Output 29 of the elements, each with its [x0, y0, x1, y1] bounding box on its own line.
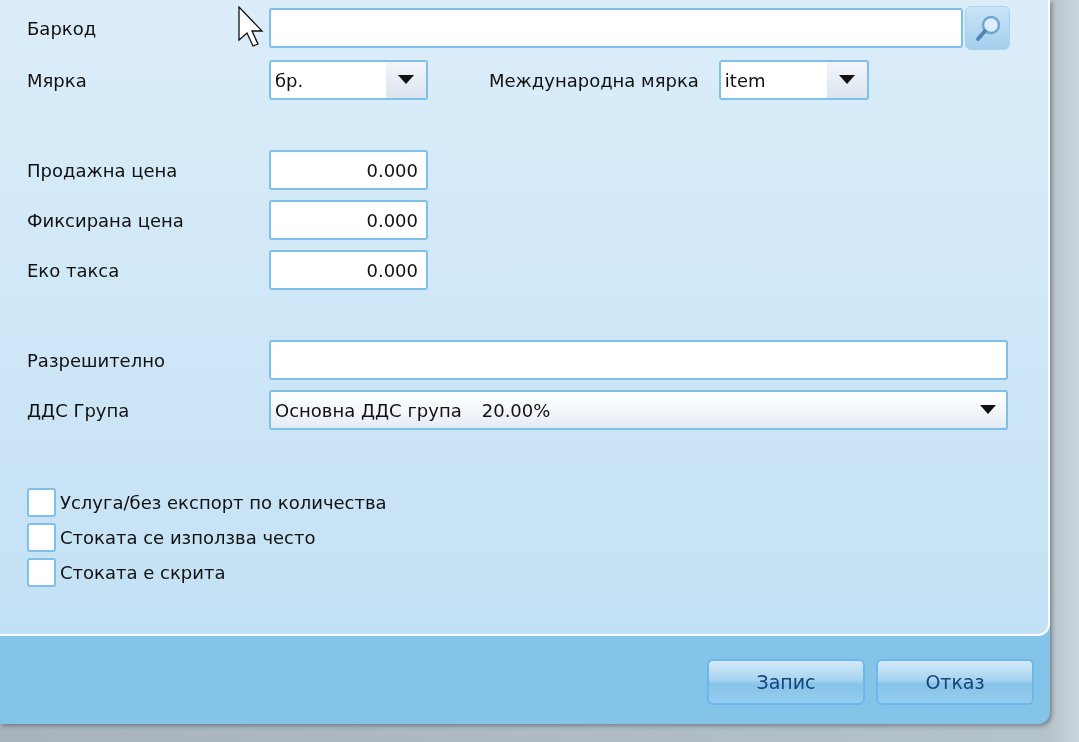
checkbox-label[interactable]: Стоката е скрита [60, 562, 226, 583]
field-label: ДДС Група [27, 399, 130, 421]
vat-group-dropdown[interactable]: Основна ДДС група 20.00% [269, 390, 1008, 430]
dropdown-arrow-icon [398, 75, 414, 85]
price-field[interactable]: 0.000 [269, 200, 428, 240]
field-label: Фиксирана цена [27, 209, 184, 231]
checkbox-label[interactable]: Стоката се използва често [60, 527, 316, 548]
save-button[interactable]: Запис [707, 659, 865, 705]
checkbox[interactable] [27, 523, 56, 552]
intl-unit-dropdown[interactable]: item [718, 60, 869, 100]
barcode-field[interactable] [269, 8, 963, 48]
price-field[interactable]: 0.000 [269, 150, 428, 190]
field-label: Продажна цена [27, 159, 178, 181]
field-label: Баркод [27, 17, 97, 39]
field-label: Международна мярка [489, 69, 699, 91]
checkbox[interactable] [27, 488, 56, 517]
field-label: Разрешително [27, 349, 165, 371]
checkbox-label[interactable]: Услуга/без експорт по количества [60, 492, 387, 513]
search-button[interactable] [965, 6, 1010, 50]
permit-field[interactable] [269, 340, 1008, 380]
dropdown-arrow-icon [838, 75, 855, 85]
dropdown-arrow-icon [980, 405, 996, 415]
price-field[interactable]: 0.000 [269, 250, 428, 290]
unit-dropdown[interactable]: бр. [269, 60, 428, 100]
checkbox[interactable] [27, 558, 56, 587]
field-label: Еко такса [27, 259, 120, 281]
cancel-button[interactable]: Отказ [876, 659, 1034, 705]
field-label: Мярка [27, 69, 87, 91]
mouse-pointer-icon [238, 6, 264, 48]
